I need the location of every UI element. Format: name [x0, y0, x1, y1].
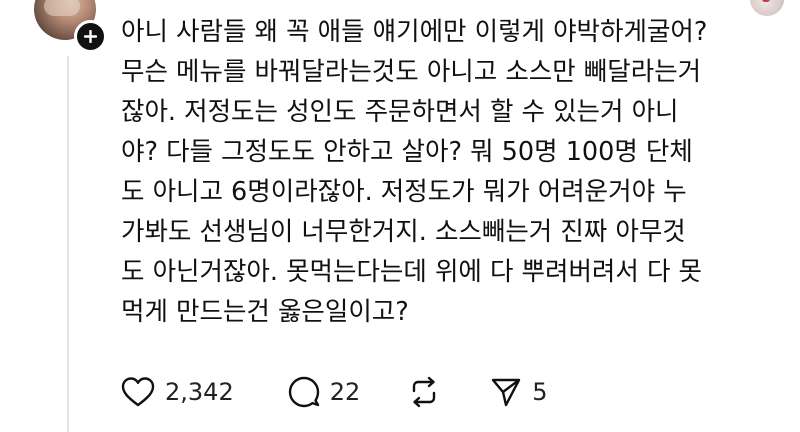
avatar-detail	[762, 0, 770, 2]
comment-bubble-icon	[288, 376, 319, 408]
plus-icon	[84, 30, 97, 43]
send-icon	[492, 378, 521, 407]
post-actions: 2,342 22 5	[121, 372, 548, 412]
follow-button[interactable]	[74, 20, 107, 53]
repost-icon	[413, 376, 436, 408]
post-text: 아니 사람들 왜 꼭 애들 얘기에만 이렇게 야박하게굴어? 무슨 메뉴를 바꿔…	[121, 12, 786, 332]
post-line: 무슨 메뉴를 바꿔달라는것도 아니고 소스만 빼달라는거	[121, 57, 702, 87]
thread-line	[67, 56, 69, 432]
like-count: 2,342	[165, 378, 234, 406]
repost-button[interactable]	[408, 376, 440, 408]
post-line: 도 아니고 6명이라잖아. 저정도가 뭐가 어려운거야 누	[121, 177, 687, 207]
share-button[interactable]: 5	[490, 376, 548, 408]
post-line: 야? 다들 그정도도 안하고 살아? 뭐 50명 100명 단체	[121, 137, 693, 167]
post-line: 가봐도 선생님이 너무한거지. 소스빼는거 진짜 아무것	[121, 217, 686, 247]
share-count: 5	[532, 378, 548, 406]
post-line: 먹게 만드는건 옳은일이고?	[121, 297, 409, 327]
post-line: 잖아. 저정도는 성인도 주문하면서 할 수 있는거 아니	[121, 97, 679, 127]
post-line: 도 아닌거잖아. 못먹는다는데 위에 다 뿌려버려서 다 못	[121, 257, 702, 287]
post-line: 아니 사람들 왜 꼭 애들 얘기에만 이렇게 야박하게굴어?	[121, 17, 708, 47]
heart-icon	[121, 377, 155, 407]
like-button[interactable]: 2,342	[121, 376, 234, 408]
comment-count: 22	[329, 378, 361, 406]
comment-button[interactable]: 22	[288, 376, 361, 408]
